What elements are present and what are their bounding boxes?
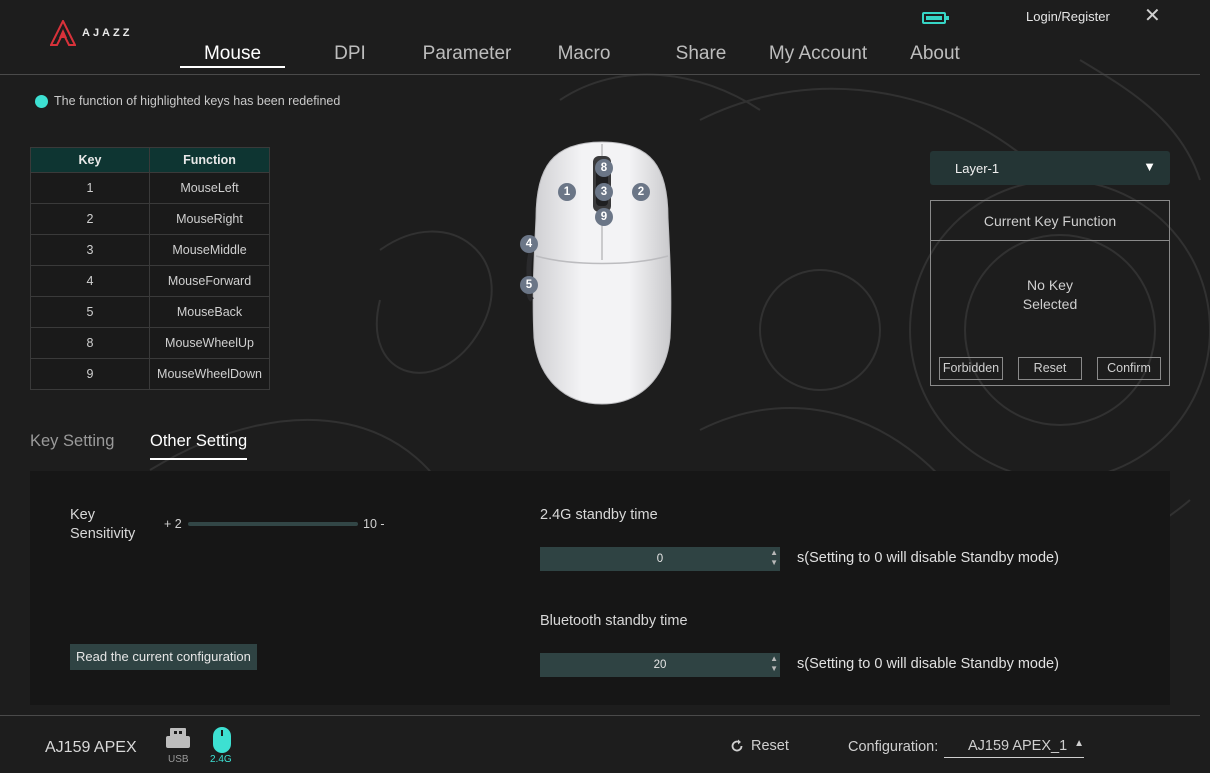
device-name: AJ159 APEX	[45, 739, 137, 756]
reset-key-button[interactable]: Reset	[1018, 357, 1082, 380]
key-cell: 3	[30, 234, 150, 266]
mouse-diagram: 8 1 3 2 9 4 5	[512, 138, 692, 410]
notice-text: The function of highlighted keys has bee…	[54, 94, 341, 108]
tab-my-account[interactable]: My Account	[753, 42, 883, 68]
slider-min-label: + 2	[164, 517, 182, 531]
tab-about[interactable]: About	[883, 42, 987, 68]
key-sensitivity-slider[interactable]	[188, 522, 358, 526]
configuration-value: AJ159 APEX_1	[968, 738, 1068, 754]
confirm-button[interactable]: Confirm	[1097, 357, 1161, 380]
key-marker-5[interactable]: 5	[520, 276, 538, 294]
key-marker-2[interactable]: 2	[632, 183, 650, 201]
column-header-function: Function	[149, 147, 270, 173]
spinner-icon[interactable]: ▲ ▼	[770, 548, 778, 568]
bt-standby-label: Bluetooth standby time	[540, 613, 688, 629]
tab-macro[interactable]: Macro	[519, 42, 649, 68]
layer-value: Layer-1	[955, 160, 1000, 176]
battery-icon	[922, 12, 949, 24]
configuration-select[interactable]: AJ159 APEX_1 ▲	[944, 738, 1084, 758]
function-cell: MouseMiddle	[149, 234, 270, 266]
key-cell: 8	[30, 327, 150, 359]
g24-label: 2.4G	[210, 754, 232, 765]
spinner-icon[interactable]: ▲ ▼	[770, 654, 778, 674]
function-cell: MouseWheelDown	[149, 358, 270, 390]
usb-label: USB	[168, 754, 189, 765]
main-nav: Mouse DPI Parameter Macro Share My Accou…	[180, 42, 987, 68]
ajazz-logo-icon	[50, 20, 76, 46]
key-marker-1[interactable]: 1	[558, 183, 576, 201]
key-sensitivity-label: Key Sensitivity	[70, 506, 135, 544]
footer-divider	[0, 715, 1200, 716]
tab-other-setting[interactable]: Other Setting	[150, 432, 248, 460]
key-function-table: Key Function 1 MouseLeft 2 MouseRight 3 Mou…	[30, 147, 270, 390]
function-cell: MouseBack	[149, 296, 270, 328]
key-sensitivity-line2: Sensitivity	[70, 526, 136, 542]
tab-share[interactable]: Share	[649, 42, 753, 68]
bt-standby-input[interactable]: 20 ▲ ▼	[540, 653, 780, 677]
read-config-button[interactable]: Read the current configuration	[70, 644, 257, 670]
brand-logo: AJAZZ	[50, 20, 132, 46]
mouse-image	[526, 141, 672, 405]
highlight-notice: The function of highlighted keys has bee…	[35, 94, 340, 108]
configuration-label: Configuration:	[848, 739, 939, 755]
key-cell: 5	[30, 296, 150, 328]
table-row[interactable]: 9 MouseWheelDown	[30, 358, 270, 390]
function-cell: MouseForward	[149, 265, 270, 297]
function-cell: MouseLeft	[149, 172, 270, 204]
highlight-dot-icon	[35, 94, 48, 108]
close-icon[interactable]: ✕	[1144, 6, 1161, 26]
key-marker-8[interactable]: 8	[595, 159, 613, 177]
standby-24g-label: 2.4G standby time	[540, 507, 658, 523]
standby-24g-value: 0	[656, 553, 664, 565]
table-row[interactable]: 5 MouseBack	[30, 296, 270, 328]
chevron-up-icon: ▲	[1074, 738, 1084, 749]
standby-24g-input[interactable]: 0 ▲ ▼	[540, 547, 780, 571]
layer-select[interactable]: Layer-1 ▼	[930, 151, 1170, 185]
key-cell: 9	[30, 358, 150, 390]
chevron-down-icon: ▼	[1143, 159, 1156, 174]
footer-reset-button[interactable]: Reset	[730, 738, 789, 754]
tab-dpi[interactable]: DPI	[285, 42, 415, 68]
key-marker-9[interactable]: 9	[595, 208, 613, 226]
standby-24g-hint: s(Setting to 0 will disable Standby mode…	[797, 550, 1059, 566]
key-marker-3[interactable]: 3	[595, 183, 613, 201]
key-cell: 2	[30, 203, 150, 235]
usb-icon[interactable]	[165, 727, 191, 749]
table-row[interactable]: 1 MouseLeft	[30, 172, 270, 204]
logo-text: AJAZZ	[82, 27, 133, 39]
reset-icon	[731, 739, 743, 752]
other-settings-panel: Key Sensitivity + 2 10 - Read the curren…	[30, 471, 1170, 705]
column-header-key: Key	[30, 147, 150, 173]
bt-standby-value: 20	[653, 659, 667, 671]
no-key-line2: Selected	[1022, 296, 1078, 312]
key-marker-4[interactable]: 4	[520, 235, 538, 253]
table-row[interactable]: 8 MouseWheelUp	[30, 327, 270, 359]
no-key-line1: No Key	[1027, 277, 1073, 293]
tab-parameter[interactable]: Parameter	[415, 42, 519, 68]
login-register-link[interactable]: Login/Register	[1026, 9, 1110, 24]
bt-standby-hint: s(Setting to 0 will disable Standby mode…	[797, 656, 1059, 672]
slider-max-label: 10 -	[363, 517, 385, 531]
function-cell: MouseRight	[149, 203, 270, 235]
table-row[interactable]: 4 MouseForward	[30, 265, 270, 297]
tab-key-setting[interactable]: Key Setting	[30, 432, 114, 460]
no-key-selected-text: No Key Selected	[931, 276, 1169, 314]
function-cell: MouseWheelUp	[149, 327, 270, 359]
table-row[interactable]: 3 MouseMiddle	[30, 234, 270, 266]
header-divider	[0, 74, 1200, 75]
tab-mouse[interactable]: Mouse	[180, 42, 285, 68]
table-row[interactable]: 2 MouseRight	[30, 203, 270, 235]
forbidden-button[interactable]: Forbidden	[939, 357, 1003, 380]
key-cell: 1	[30, 172, 150, 204]
wireless-mouse-icon[interactable]	[212, 726, 232, 754]
reset-label: Reset	[751, 738, 789, 754]
current-key-function-title: Current Key Function	[931, 201, 1169, 241]
current-key-function-panel: Current Key Function No Key Selected For…	[930, 200, 1170, 386]
key-sensitivity-line1: Key	[70, 507, 95, 523]
key-cell: 4	[30, 265, 150, 297]
